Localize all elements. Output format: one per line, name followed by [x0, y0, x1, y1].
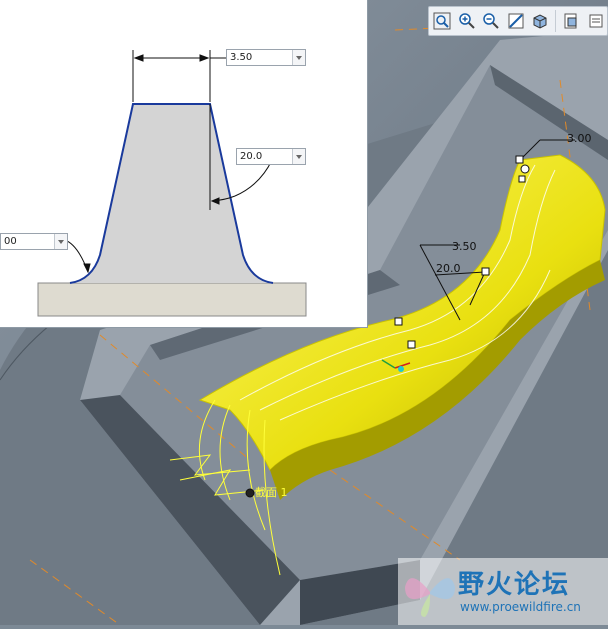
display-style-icon: [533, 14, 547, 29]
fillet-dimension: [64, 239, 91, 274]
zoom-fit-icon: [433, 12, 451, 30]
zoom-in-button[interactable]: [455, 9, 477, 33]
fillet-radius-value: 00: [4, 236, 17, 247]
saved-views-icon: [564, 13, 577, 29]
dim-label-width[interactable]: 3.50: [452, 240, 477, 253]
zoom-out-icon: [483, 13, 499, 29]
chevron-down-icon[interactable]: [292, 50, 305, 65]
display-style-button[interactable]: [529, 9, 551, 33]
base-plate: [37, 282, 307, 317]
draft-angle-value: 20.0: [240, 151, 263, 162]
saved-views-button[interactable]: [560, 9, 582, 33]
zoom-in-icon: [458, 13, 475, 29]
chevron-down-icon[interactable]: [54, 234, 67, 249]
top-width-value: 3.50: [230, 52, 253, 63]
zoom-out-button[interactable]: [480, 9, 502, 33]
fillet-radius-field[interactable]: 00: [0, 233, 68, 250]
top-width-field[interactable]: 3.50: [226, 49, 306, 66]
dim-label-angle[interactable]: 20.0: [436, 262, 461, 275]
section-sketch-panel: 3.50 20.0 00: [0, 0, 368, 328]
watermark: 野火论坛 www.proewildfire.cn: [398, 558, 608, 625]
layers-icon: [589, 14, 603, 28]
watermark-title: 野火论坛: [458, 570, 571, 600]
repaint-icon: [508, 13, 524, 29]
chevron-down-icon[interactable]: [292, 149, 305, 164]
view-toolbar: [428, 6, 608, 36]
repaint-button[interactable]: [504, 9, 526, 33]
section-label: 截面 1: [255, 486, 288, 499]
butterfly-logo-icon: [405, 578, 455, 617]
zoom-fit-button[interactable]: [431, 9, 453, 33]
dim-label-top[interactable]: 3.00: [567, 132, 592, 145]
toolbar-separator: [555, 10, 557, 32]
width-dimension: [132, 50, 226, 102]
draft-angle-field[interactable]: 20.0: [236, 148, 306, 165]
watermark-url: www.proewildfire.cn: [460, 600, 581, 614]
sketch-canvas[interactable]: [0, 0, 368, 328]
layers-button[interactable]: [585, 9, 607, 33]
